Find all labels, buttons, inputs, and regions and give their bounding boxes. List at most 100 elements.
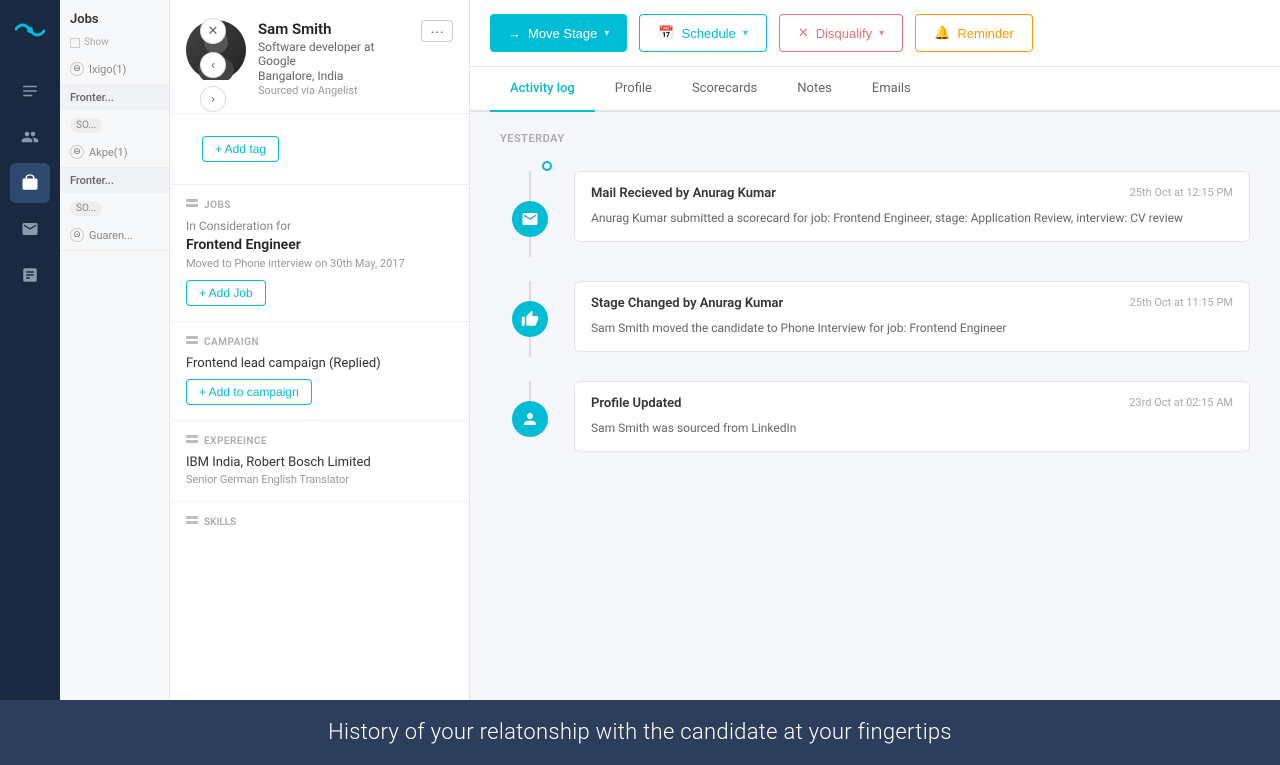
timeline-line-1b <box>529 237 531 257</box>
ixigo-label: Ixigo(1) <box>89 63 126 76</box>
activity-content: YESTERDAY <box>470 112 1280 765</box>
experience-section-card: EXPEREINCE IBM India, Robert Bosch Limit… <box>170 420 469 500</box>
job-title[interactable]: Frontend Engineer <box>186 237 453 253</box>
collapse-icon: ⊖ <box>70 62 84 76</box>
sidebar-item-email[interactable] <box>10 209 50 249</box>
timeline-row-1: Mail Recieved by Anurag Kumar 25th Oct a… <box>500 171 1250 257</box>
timeline-row-2: Stage Changed by Anurag Kumar 25th Oct a… <box>500 281 1250 357</box>
tab-notes[interactable]: Notes <box>777 67 852 112</box>
activity-card-1: Mail Recieved by Anurag Kumar 25th Oct a… <box>574 171 1250 242</box>
timeline-line-3 <box>529 381 531 401</box>
candidate-info: Sam Smith Software developer at Google B… <box>258 20 409 97</box>
timeline-left-3 <box>500 381 560 437</box>
in-consideration-label: In Consideration for <box>186 219 453 233</box>
action-bar: → Move Stage ▾ 📅 Schedule ▾ ✕ Disqualify… <box>470 0 1280 67</box>
frontend-label-1: Fronter... <box>60 85 169 110</box>
close-icon: ✕ <box>798 25 809 41</box>
activity-card-3-body: Sam Smith was sourced from LinkedIn <box>591 419 1233 437</box>
timeline-row-3: Profile Updated 23rd Oct at 02:15 AM Sam… <box>500 381 1250 452</box>
activity-card-3: Profile Updated 23rd Oct at 02:15 AM Sam… <box>574 381 1250 452</box>
add-tag-btn[interactable]: + Add tag <box>202 136 279 162</box>
show-label: Show <box>84 37 109 48</box>
timeline-left-2 <box>500 281 560 357</box>
tab-emails[interactable]: Emails <box>852 67 931 112</box>
sidebar-item-jobs[interactable] <box>10 163 50 203</box>
candidate-title: Software developer at Google <box>258 40 409 68</box>
chevron-down-icon: ▾ <box>604 28 609 39</box>
campaign-section-title: CAMPAIGN <box>186 336 453 348</box>
akpe-item[interactable]: ⊖ Akpe(1) <box>60 137 169 168</box>
jobs-panel-title: Jobs <box>60 0 169 35</box>
timeline-dot-top <box>542 161 552 171</box>
tab-profile[interactable]: Profile <box>595 67 672 112</box>
show-checkbox[interactable] <box>70 38 80 48</box>
source-tag-1: SO... <box>70 118 102 133</box>
activity-card-2-time: 25th Oct at 11:15 PM <box>1130 296 1233 309</box>
experience-section-title: EXPEREINCE <box>186 435 453 447</box>
activity-area: → Move Stage ▾ 📅 Schedule ▾ ✕ Disqualify… <box>470 0 1280 765</box>
activity-card-2-body: Sam Smith moved the candidate to Phone I… <box>591 319 1233 337</box>
activity-card-3-time: 23rd Oct at 02:15 AM <box>1129 396 1233 409</box>
date-label: YESTERDAY <box>500 132 1250 145</box>
schedule-btn[interactable]: 📅 Schedule ▾ <box>639 14 766 52</box>
activity-card-2-header: Stage Changed by Anurag Kumar 25th Oct a… <box>591 296 1233 311</box>
activity-timeline: Mail Recieved by Anurag Kumar 25th Oct a… <box>500 161 1250 476</box>
tabs-bar: Activity log Profile Scorecards Notes Em… <box>470 67 1280 112</box>
prev-btn[interactable]: ‹ <box>200 52 226 78</box>
tab-activity-log[interactable]: Activity log <box>490 67 595 112</box>
candidate-name: Sam Smith <box>258 20 409 38</box>
activity-card-2: Stage Changed by Anurag Kumar 25th Oct a… <box>574 281 1250 352</box>
show-row: Show <box>60 35 169 54</box>
campaign-section-card: CAMPAIGN Frontend lead campaign (Replied… <box>170 321 469 419</box>
exp-role: Senior German English Translator <box>186 473 453 486</box>
ixigo-item[interactable]: ⊖ Ixigo(1) <box>60 54 169 85</box>
reminder-btn[interactable]: 🔔 Reminder <box>915 14 1033 52</box>
campaign-name: Frontend lead campaign (Replied) <box>186 356 453 371</box>
more-options-btn[interactable]: ··· <box>421 20 453 42</box>
jobs-section-card: JOBS In Consideration for Frontend Engin… <box>170 184 469 320</box>
source-row-2: SO... <box>60 193 169 220</box>
disqualify-btn[interactable]: ✕ Disqualify ▾ <box>779 14 903 52</box>
source-row-1: SO... <box>60 110 169 137</box>
grid-icon-skills <box>186 516 198 528</box>
person-icon <box>512 401 548 437</box>
add-job-btn[interactable]: + Add Job <box>186 280 266 306</box>
skills-section-card: SKILLS <box>170 501 469 542</box>
app-logo <box>12 12 48 48</box>
move-stage-btn[interactable]: → Move Stage ▾ <box>490 14 627 52</box>
activity-card-3-title: Profile Updated <box>591 396 681 411</box>
bell-icon: 🔔 <box>934 25 950 41</box>
bottom-banner: History of your relatonship with the can… <box>0 700 1280 765</box>
activity-card-1-header: Mail Recieved by Anurag Kumar 25th Oct a… <box>591 186 1233 201</box>
sidebar-item-feed[interactable] <box>10 71 50 111</box>
candidate-source: Sourced via Angelist <box>258 84 409 97</box>
akpe-label: Akpe(1) <box>89 146 128 159</box>
calendar-icon: 📅 <box>658 25 674 41</box>
frontend-label-2: Fronter... <box>60 168 169 193</box>
jobs-list-panel: Jobs Show ⊖ Ixigo(1) Fronter... SO... ⊖ … <box>60 0 170 765</box>
exp-company: IBM India, Robert Bosch Limited <box>186 455 453 470</box>
tab-scorecards[interactable]: Scorecards <box>672 67 777 112</box>
next-btn[interactable]: › <box>200 86 226 112</box>
email-icon <box>512 201 548 237</box>
guaren-label: Guaren... <box>89 229 133 242</box>
candidate-location: Bangalore, India <box>258 69 409 83</box>
candidate-panel: ✕ ‹ › Sam Smith Software developer at Go… <box>170 0 470 765</box>
close-panel-btn[interactable]: ✕ <box>200 18 226 44</box>
activity-card-1-title: Mail Recieved by Anurag Kumar <box>591 186 776 201</box>
activity-card-2-title: Stage Changed by Anurag Kumar <box>591 296 783 311</box>
activity-card-3-header: Profile Updated 23rd Oct at 02:15 AM <box>591 396 1233 411</box>
skills-section-title: SKILLS <box>186 516 453 528</box>
arrow-right-icon: → <box>508 26 521 41</box>
timeline-line-2 <box>529 281 531 301</box>
sidebar <box>0 0 60 765</box>
thumbsup-icon <box>512 301 548 337</box>
grid-icon-campaign <box>186 336 198 348</box>
jobs-section-title: JOBS <box>186 199 453 211</box>
sidebar-item-people[interactable] <box>10 117 50 157</box>
moved-text: Moved to Phone interview on 30th May, 20… <box>186 257 453 270</box>
guaren-item[interactable]: ⊙ Guaren... <box>60 220 169 251</box>
add-campaign-btn[interactable]: + Add to campaign <box>186 379 312 405</box>
sidebar-item-analytics[interactable] <box>10 255 50 295</box>
bottom-banner-text: History of your relatonship with the can… <box>328 720 952 745</box>
